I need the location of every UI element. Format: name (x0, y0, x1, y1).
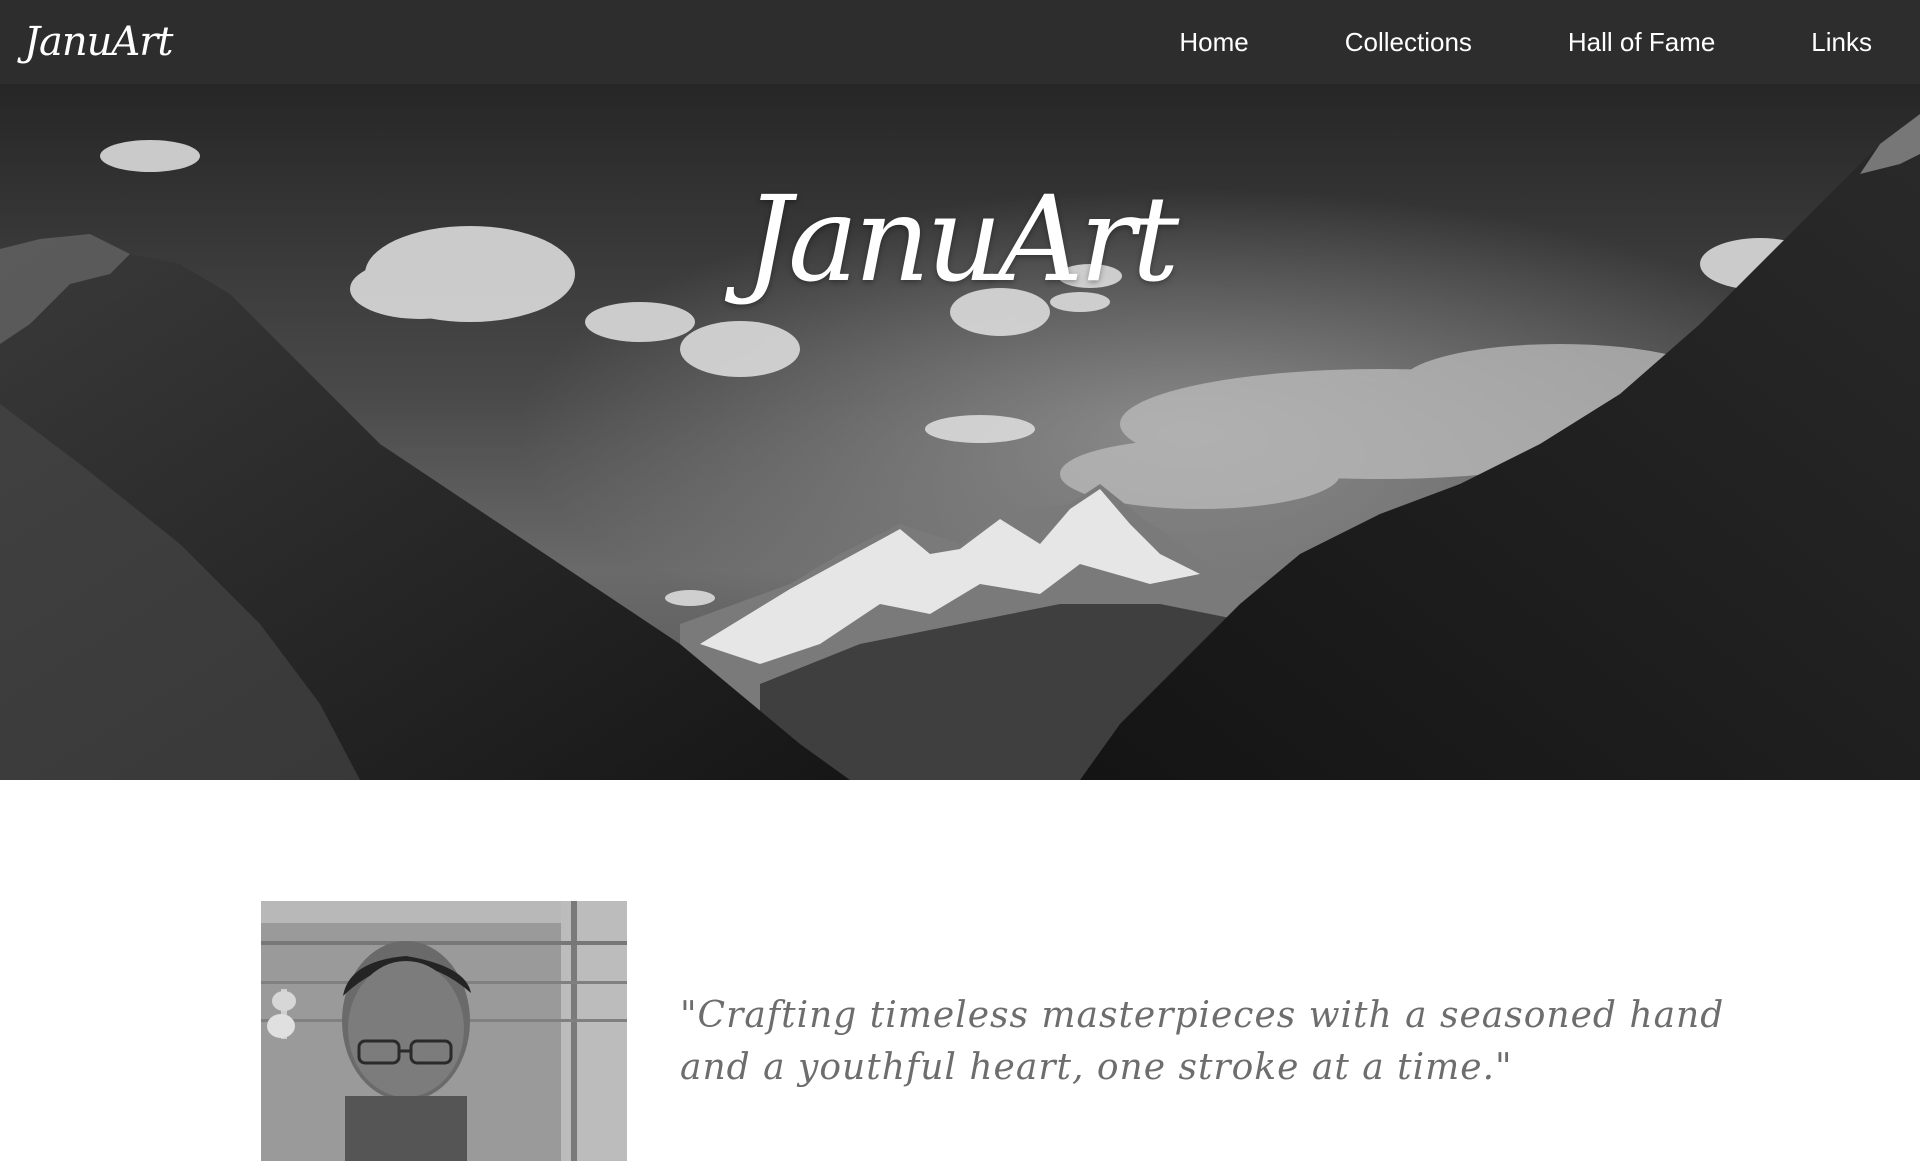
about-section: "Crafting timeless masterpieces with a s… (0, 780, 1920, 1161)
nav-link-links[interactable]: Links (1811, 27, 1872, 58)
artist-portrait (261, 901, 627, 1161)
artist-quote: "Crafting timeless masterpieces with a s… (680, 995, 1725, 1088)
nav-link-collections[interactable]: Collections (1345, 27, 1472, 58)
nav-link-hall-of-fame[interactable]: Hall of Fame (1568, 27, 1715, 58)
hero-title: JanuArt (744, 170, 1180, 308)
top-navbar: JanuArt Home Collections Hall of Fame Li… (0, 0, 1920, 84)
nav-link-home[interactable]: Home (1179, 27, 1248, 58)
brand-logo[interactable]: JanuArt (24, 19, 173, 65)
nav-links: Home Collections Hall of Fame Links (1179, 27, 1872, 58)
hero-banner: JanuArt (0, 84, 1920, 780)
